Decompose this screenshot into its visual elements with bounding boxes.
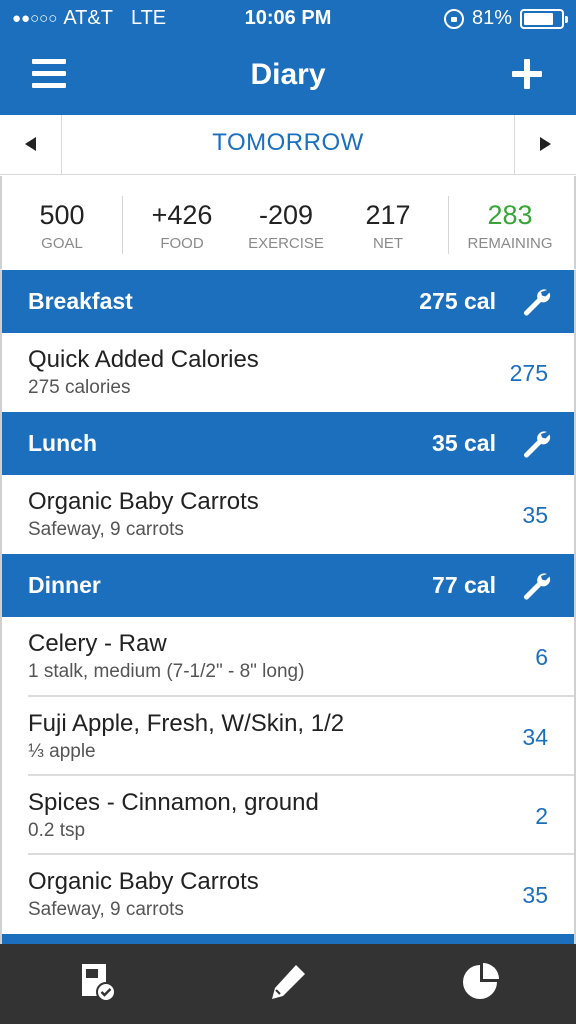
food-title: Fuji Apple, Fresh, W/Skin, 1/2 <box>28 710 345 737</box>
triangle-left-icon <box>25 137 36 151</box>
food-serving: 0.2 tsp <box>28 820 86 841</box>
battery-icon <box>520 8 568 29</box>
wrench-icon[interactable] <box>520 428 552 460</box>
nav-bar: Diary <box>0 38 576 115</box>
food-entry[interactable]: Spices - Cinnamon, ground 0.2 tsp 2 <box>2 776 574 855</box>
food-calories: 6 <box>535 644 548 670</box>
food-serving: Safeway, 9 carrots <box>28 519 184 540</box>
net-value: 217 <box>365 200 411 230</box>
food-serving: 1 stalk, medium (7-1/2" - 8" long) <box>28 661 305 682</box>
food-serving: 275 calories <box>28 377 131 398</box>
net-label: NET <box>373 235 403 252</box>
previous-day-button[interactable] <box>0 115 62 175</box>
food-entry[interactable]: Organic Baby Carrots Safeway, 9 carrots … <box>2 475 574 554</box>
exercise-value: -209 <box>258 200 314 230</box>
wrench-icon[interactable] <box>520 570 552 602</box>
status-bar: ●●○○○ AT&T LTE 10:06 PM 81% <box>0 0 576 38</box>
summary-remaining: 283 REMAINING <box>460 200 560 252</box>
pie-chart-icon[interactable] <box>458 960 502 1004</box>
summary-net: 217 NET <box>348 200 428 252</box>
food-calories: 35 <box>522 502 548 528</box>
summary-exercise: -209 EXERCISE <box>242 200 330 252</box>
meal-calories: 35 cal <box>432 430 496 456</box>
triangle-right-icon <box>540 137 551 151</box>
summary-goal: 500 GOAL <box>20 200 104 252</box>
exercise-label: EXERCISE <box>248 235 324 252</box>
page-title: Diary <box>250 58 326 91</box>
meal-header-dinner[interactable]: Dinner 77 cal <box>2 554 574 617</box>
date-label[interactable]: TOMORROW <box>62 129 514 157</box>
goal-label: GOAL <box>41 235 83 252</box>
food-entry[interactable]: Organic Baby Carrots Safeway, 9 carrots … <box>2 855 574 934</box>
food-entry[interactable]: Quick Added Calories 275 calories 275 <box>2 333 574 412</box>
meal-calories: 77 cal <box>432 572 496 598</box>
remaining-label: REMAINING <box>467 235 553 252</box>
meal-name: Breakfast <box>28 288 133 314</box>
food-label: FOOD <box>160 235 204 252</box>
meal-header-lunch[interactable]: Lunch 35 cal <box>2 412 574 475</box>
food-calories: 34 <box>522 724 548 750</box>
food-calories: 275 <box>509 360 548 386</box>
battery-percent: 81% <box>471 7 512 29</box>
food-title: Organic Baby Carrots <box>28 488 259 515</box>
summary-food: +426 FOOD <box>140 200 224 252</box>
food-entry[interactable]: Celery - Raw 1 stalk, medium (7-1/2" - 8… <box>2 617 574 696</box>
meal-name: Dinner <box>28 572 101 598</box>
tab-bar <box>0 944 576 1024</box>
food-title: Spices - Cinnamon, ground <box>28 789 319 816</box>
food-title: Celery - Raw <box>28 630 167 657</box>
summary-divider <box>122 196 123 254</box>
plus-icon[interactable] <box>512 59 542 89</box>
wrench-icon[interactable] <box>520 286 552 318</box>
goal-value: 500 <box>39 200 85 230</box>
food-title: Organic Baby Carrots <box>28 868 259 895</box>
food-calories: 2 <box>535 803 548 829</box>
app-header: ●●○○○ AT&T LTE 10:06 PM 81% Diary <box>0 0 576 115</box>
date-selector: TOMORROW <box>0 115 576 175</box>
calorie-summary: 500 GOAL +426 FOOD -209 EXERCISE 217 NET… <box>0 176 576 269</box>
rotation-lock-icon <box>443 8 464 29</box>
food-serving: Safeway, 9 carrots <box>28 899 184 920</box>
remaining-value: 283 <box>487 200 533 230</box>
food-serving: ⅓ apple <box>28 741 96 762</box>
pencil-icon[interactable] <box>266 960 310 1004</box>
meal-calories: 275 cal <box>419 288 496 314</box>
meal-header-breakfast[interactable]: Breakfast 275 cal <box>2 270 574 333</box>
food-title: Quick Added Calories <box>28 346 259 373</box>
food-calories: 35 <box>522 882 548 908</box>
food-entry[interactable]: Fuji Apple, Fresh, W/Skin, 1/2 ⅓ apple 3… <box>2 697 574 776</box>
food-value: +426 <box>151 200 213 230</box>
diary-check-icon[interactable] <box>76 960 120 1004</box>
meal-name: Lunch <box>28 430 97 456</box>
next-day-button[interactable] <box>514 115 576 175</box>
summary-divider <box>448 196 449 254</box>
